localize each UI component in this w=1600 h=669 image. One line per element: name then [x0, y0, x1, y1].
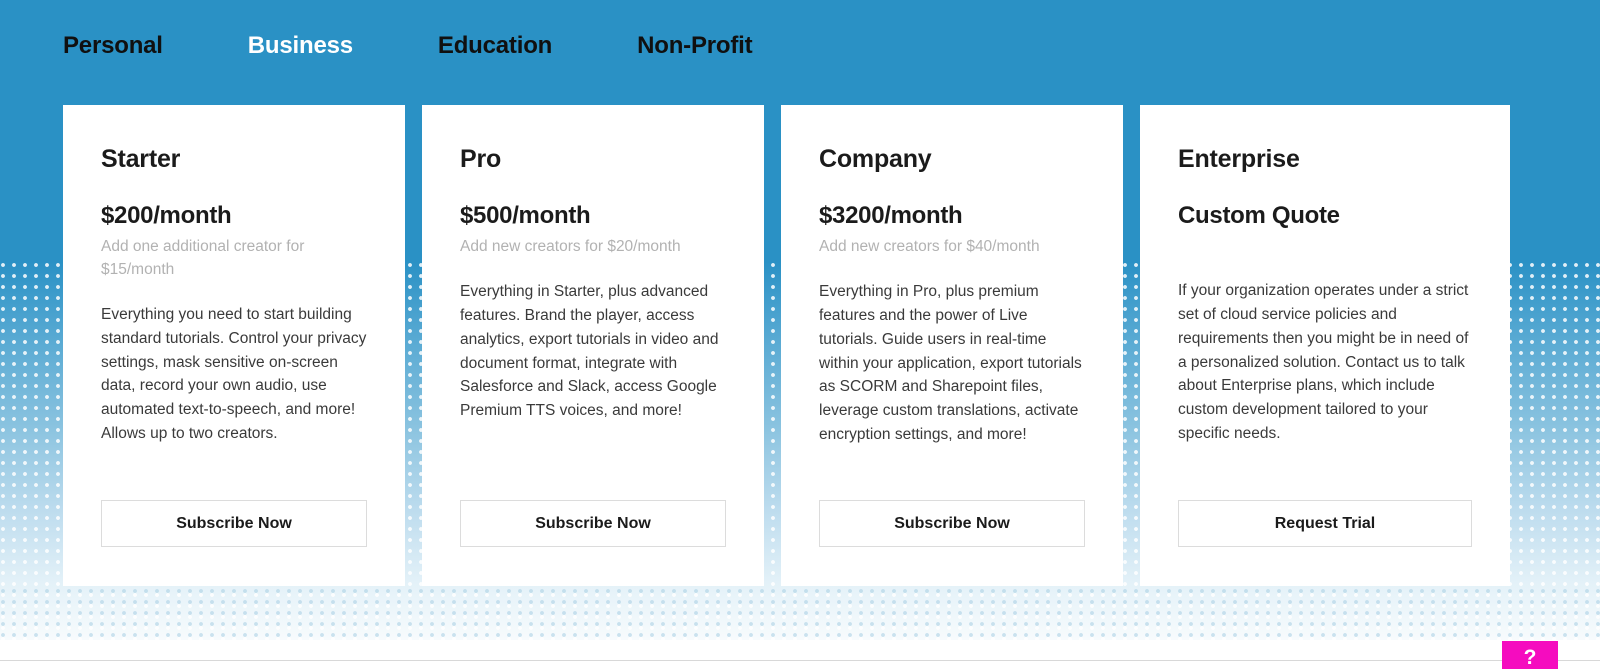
- plan-price: $3200/month: [819, 202, 963, 229]
- plan-addon-note: Add new creators for $40/month: [819, 238, 1040, 255]
- pricing-card-pro: Pro $500/month Add new creators for $20/…: [422, 105, 764, 586]
- pricing-card-company: Company $3200/month Add new creators for…: [781, 105, 1123, 586]
- request-trial-button[interactable]: Request Trial: [1178, 500, 1472, 547]
- plan-addon-note: [1178, 236, 1472, 258]
- plan-cta-wrapper: Subscribe Now: [101, 500, 367, 586]
- plan-title: Enterprise: [1178, 145, 1300, 173]
- plan-addon-note: Add one additional creator for $15/month: [101, 238, 305, 278]
- pricing-card-enterprise: Enterprise Custom Quote If your organiza…: [1140, 105, 1510, 586]
- plan-description: Everything in Pro, plus premium features…: [819, 282, 1082, 444]
- plan-cta-wrapper: Subscribe Now: [819, 500, 1085, 586]
- plan-title: Pro: [460, 145, 502, 173]
- plan-cta-wrapper: Request Trial: [1178, 500, 1472, 586]
- pricing-card-starter: Starter $200/month Add one additional cr…: [63, 105, 405, 586]
- tab-business[interactable]: Business: [248, 32, 353, 60]
- subscribe-now-button[interactable]: Subscribe Now: [819, 500, 1085, 547]
- tab-non-profit[interactable]: Non-Profit: [637, 32, 753, 60]
- help-question-mark-button[interactable]: ?: [1502, 641, 1558, 669]
- plan-price: $500/month: [460, 202, 591, 229]
- plan-description: Everything in Starter, plus advanced fea…: [460, 282, 719, 420]
- plan-category-tabs: Personal Business Education Non-Profit: [0, 0, 1600, 92]
- pricing-card-grid: Starter $200/month Add one additional cr…: [63, 105, 1510, 586]
- plan-title: Starter: [101, 145, 181, 173]
- plan-description: If your organization operates under a st…: [1178, 282, 1469, 443]
- plan-price: Custom Quote: [1178, 202, 1340, 229]
- plan-description: Everything you need to start building st…: [101, 305, 367, 443]
- subscribe-now-button[interactable]: Subscribe Now: [460, 500, 726, 547]
- subscribe-now-button[interactable]: Subscribe Now: [101, 500, 367, 547]
- plan-addon-note: Add new creators for $20/month: [460, 238, 681, 255]
- plan-cta-wrapper: Subscribe Now: [460, 500, 726, 586]
- plan-price: $200/month: [101, 202, 232, 229]
- footer-white-fill: [0, 640, 1600, 669]
- tab-personal[interactable]: Personal: [63, 32, 163, 60]
- plan-title: Company: [819, 145, 932, 173]
- bottom-divider: [0, 660, 1600, 661]
- tab-education[interactable]: Education: [438, 32, 552, 60]
